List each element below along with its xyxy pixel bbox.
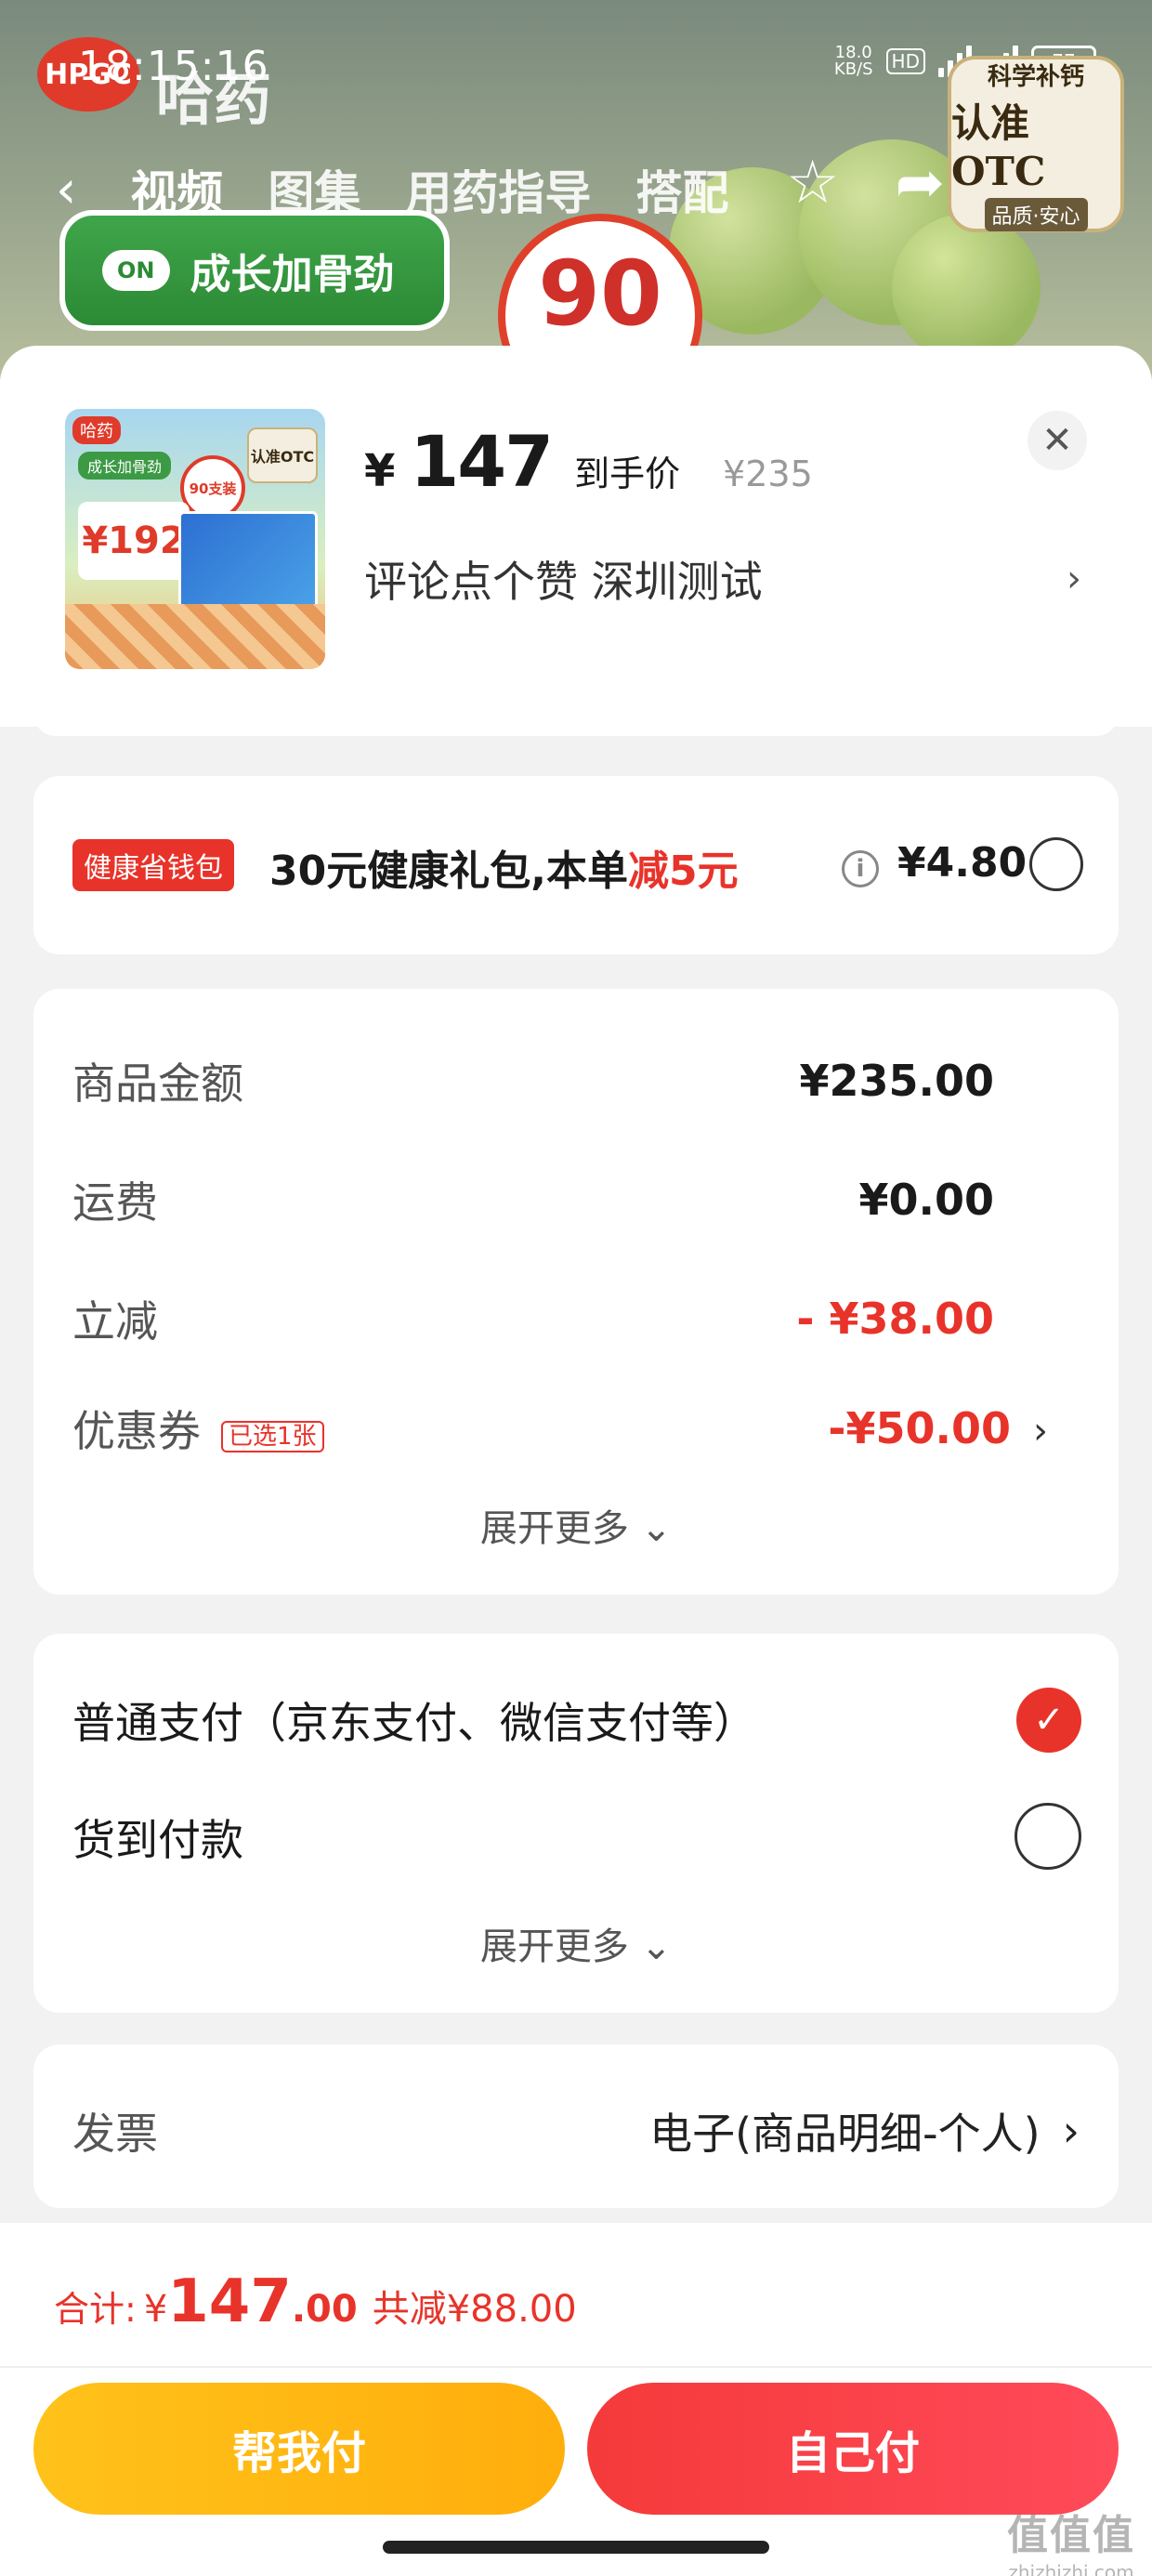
fee-row-coupon[interactable]: 优惠券 已选1张 -¥50.00 › xyxy=(72,1398,1048,1459)
tab-medication-guide[interactable]: 用药指导 xyxy=(405,156,591,223)
chevron-down-icon: ⌄ xyxy=(640,1925,673,1968)
fee-row-goods: 商品金额 ¥235.00 xyxy=(72,1056,994,1109)
chevron-right-icon: › xyxy=(1033,1410,1048,1452)
fee-breakdown-card: 商品金额 ¥235.00 运费 ¥0.00 立减 - ¥38.00 优惠券 已选1… xyxy=(33,989,1119,1595)
payment-option-normal[interactable]: 普通支付（京东支付、微信支付等） xyxy=(72,1689,756,1751)
product-thumbnail[interactable]: 哈药 成长加骨劲 认准OTC 90支装 ¥192 xyxy=(65,409,325,669)
grape-decoration xyxy=(892,214,1041,362)
price-line: ¥ 147 到手价 ¥235 xyxy=(364,420,813,503)
site-watermark: 值值值 zhizhizhi.com xyxy=(1007,2512,1135,2576)
info-icon[interactable]: i xyxy=(842,850,879,887)
thumb-box-image xyxy=(178,511,318,613)
spec-selector[interactable]: 评论点个赞 深圳测试 › xyxy=(364,548,1089,610)
payment-option-cod[interactable]: 货到付款 xyxy=(72,1807,243,1868)
total-saved: 共减¥88.00 xyxy=(372,2288,577,2331)
checkout-footer: 合计: ¥ 147 .00 共减¥88.00 帮我付 自己付 值值值 zhizh… xyxy=(0,2223,1152,2576)
chevron-right-icon: › xyxy=(1062,2106,1080,2156)
help-me-pay-button[interactable]: 帮我付 xyxy=(33,2383,565,2515)
back-arrow-icon[interactable]: ‹ xyxy=(56,160,76,220)
thumb-price: ¥192 xyxy=(78,502,190,580)
thumb-brand: 哈药 xyxy=(72,416,121,444)
otc-badge: 科学补钙 认准OTC 品质·安心 xyxy=(948,56,1124,232)
chevron-down-icon: ⌄ xyxy=(640,1507,673,1550)
fee-row-discount: 立减 - ¥38.00 xyxy=(72,1294,994,1347)
gift-tag: 健康省钱包 xyxy=(72,839,234,891)
payment-expand-more[interactable]: 展开更多 ⌄ xyxy=(33,1916,1119,1970)
final-price-label: 到手价 xyxy=(574,453,681,494)
background-product-page: HPGC 哈药 18:15:16 18.0 KB/S HD 77 科学补钙 认准… xyxy=(0,0,1152,390)
payment-method-card: 普通支付（京东支付、微信支付等） ✓ 货到付款 展开更多 ⌄ xyxy=(33,1634,1119,2013)
check-icon: ✓ xyxy=(1033,1699,1065,1741)
network-speed: 18.0 KB/S xyxy=(833,43,873,79)
promo-pill-text: 成长加骨劲 xyxy=(190,251,395,298)
section-divider xyxy=(33,708,1119,736)
thumb-pill: 成长加骨劲 xyxy=(78,452,172,480)
final-price: 147 xyxy=(410,420,554,503)
gift-radio[interactable] xyxy=(1029,837,1083,891)
coupon-selected-tag: 已选1张 xyxy=(221,1421,324,1452)
close-icon: ✕ xyxy=(1041,419,1073,462)
footer-divider xyxy=(0,2366,1152,2368)
favorite-star-icon[interactable]: ☆ xyxy=(786,149,839,217)
price-currency: ¥ xyxy=(364,445,396,497)
fee-expand-more[interactable]: 展开更多 ⌄ xyxy=(33,1498,1119,1552)
thumb-otc: 认准OTC xyxy=(247,427,318,483)
promo-pill: ON 成长加骨劲 xyxy=(59,210,450,331)
share-icon[interactable]: ➦ xyxy=(895,149,945,217)
promo-pill-toggle: ON xyxy=(102,250,170,291)
original-price: ¥235 xyxy=(723,453,813,494)
payment-cod-radio[interactable] xyxy=(1015,1803,1081,1870)
invoice-card[interactable]: 发票 电子(商品明细-个人) › xyxy=(33,2044,1119,2208)
gift-description: 30元健康礼包,本单减5元 xyxy=(269,848,739,895)
status-time: 18:15:16 xyxy=(78,43,269,90)
thumb-ground xyxy=(65,604,325,669)
pay-myself-button[interactable]: 自己付 xyxy=(587,2383,1119,2515)
tab-combo[interactable]: 搭配 xyxy=(635,156,728,223)
invoice-label: 发票 xyxy=(72,2109,158,2159)
home-indicator[interactable] xyxy=(383,2541,769,2554)
fee-row-shipping: 运费 ¥0.00 xyxy=(72,1175,994,1228)
header-actions: ☆ ➦ xyxy=(786,149,945,217)
invoice-value: 电子(商品明细-个人) › xyxy=(649,2106,1080,2159)
close-button[interactable]: ✕ xyxy=(1028,411,1087,470)
hd-icon: HD xyxy=(885,48,925,74)
spec-text: 评论点个赞 深圳测试 xyxy=(364,557,763,607)
payment-normal-radio[interactable]: ✓ xyxy=(1016,1688,1081,1753)
product-summary: 哈药 成长加骨劲 认准OTC 90支装 ¥192 ¥ 147 到手价 ¥235 … xyxy=(0,346,1152,727)
order-total: 合计: ¥ 147 .00 共减¥88.00 xyxy=(54,2267,577,2336)
gift-amount: ¥4.80 xyxy=(897,839,1028,887)
chevron-right-icon: › xyxy=(1067,558,1081,600)
health-gift-card: 健康省钱包 30元健康礼包,本单减5元 i ¥4.80 xyxy=(33,776,1119,954)
